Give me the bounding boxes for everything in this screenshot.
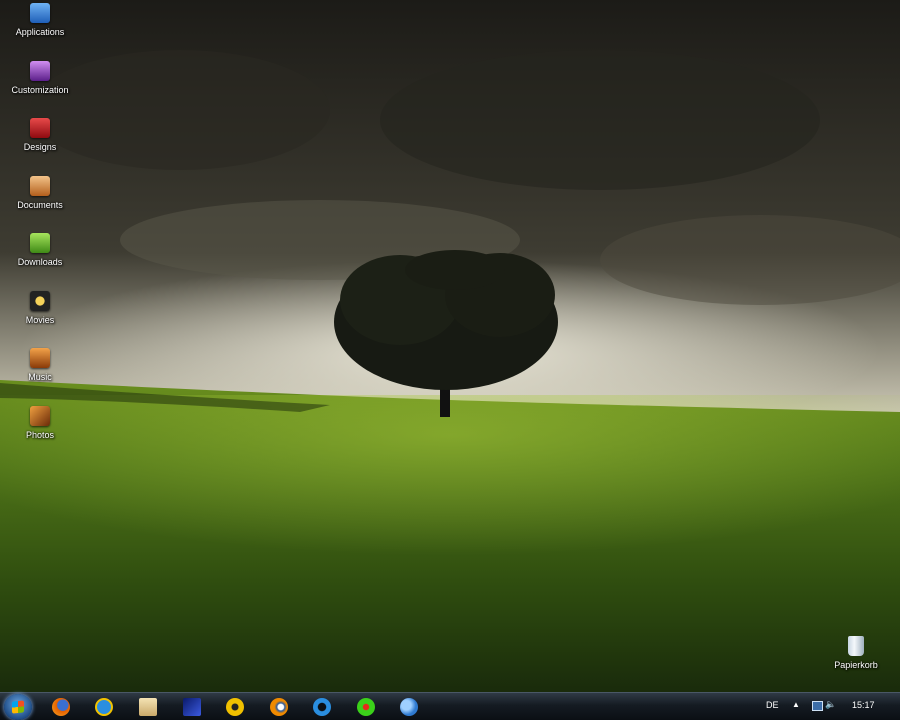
movies-icon bbox=[30, 291, 50, 311]
blue-app-icon bbox=[183, 698, 201, 716]
app-store-icon bbox=[30, 3, 50, 23]
blender-icon bbox=[270, 698, 288, 716]
desktop-icon-label: Music bbox=[28, 372, 52, 382]
desktop-icon-label: Documents bbox=[17, 200, 63, 210]
taskbar-icq-button[interactable] bbox=[353, 695, 379, 719]
desktop-icon-downloads[interactable]: Downloads bbox=[0, 233, 80, 267]
desktop-icon-designs[interactable]: Designs bbox=[0, 118, 80, 152]
desktop-icon-label: Papierkorb bbox=[834, 660, 878, 670]
radiation-app-icon bbox=[226, 698, 244, 716]
windows-start-icon[interactable] bbox=[4, 694, 32, 720]
desktop-icon-customization[interactable]: Customization bbox=[0, 61, 80, 95]
taskbar-firefox-button[interactable] bbox=[48, 695, 74, 719]
network-icon[interactable] bbox=[812, 701, 823, 711]
taskbar-blue-app-button[interactable] bbox=[179, 695, 205, 719]
volume-icon[interactable]: 🔈 bbox=[825, 699, 836, 710]
icq-flower-icon bbox=[357, 698, 375, 716]
desktop-icon-applications[interactable]: Applications bbox=[0, 3, 80, 37]
clock[interactable]: 15:17 bbox=[852, 700, 875, 710]
recycle-bin-icon bbox=[848, 636, 864, 656]
chevron-up-icon[interactable]: ▲ bbox=[792, 700, 800, 709]
downloads-icon bbox=[30, 233, 50, 253]
desktop-icon-label: Designs bbox=[23, 142, 57, 152]
taskbar-radiation-app-button[interactable] bbox=[222, 695, 248, 719]
taskbar-notes-button[interactable] bbox=[135, 695, 161, 719]
internet-explorer-icon bbox=[95, 698, 113, 716]
edge-e-icon bbox=[313, 698, 331, 716]
desktop-icon-label: Customization bbox=[11, 85, 69, 95]
documents-icon bbox=[30, 176, 50, 196]
taskbar: DE ▲ 🔈 15:17 bbox=[0, 692, 900, 720]
taskbar-blender-button[interactable] bbox=[266, 695, 292, 719]
desktop-icon-documents[interactable]: Documents bbox=[0, 176, 80, 210]
messenger-icon bbox=[400, 698, 418, 716]
desktop-icon-recycle-bin[interactable]: Papierkorb bbox=[816, 636, 896, 670]
designs-folder-icon bbox=[30, 118, 50, 138]
notes-icon bbox=[139, 698, 157, 716]
taskbar-messenger-button[interactable] bbox=[396, 695, 422, 719]
desktop-icon-label: Applications bbox=[15, 27, 65, 37]
language-indicator[interactable]: DE bbox=[766, 700, 779, 710]
taskbar-edge-e-button[interactable] bbox=[309, 695, 335, 719]
desktop-icon-label: Photos bbox=[25, 430, 55, 440]
photos-icon bbox=[30, 406, 50, 426]
music-icon bbox=[30, 348, 50, 368]
desktop-icon-music[interactable]: Music bbox=[0, 348, 80, 382]
customization-icon bbox=[30, 61, 50, 81]
desktop-icon-movies[interactable]: Movies bbox=[0, 291, 80, 325]
firefox-icon bbox=[52, 698, 70, 716]
desktop-icon-label: Downloads bbox=[17, 257, 63, 267]
desktop-icon-photos[interactable]: Photos bbox=[0, 406, 80, 440]
taskbar-internet-explorer-button[interactable] bbox=[91, 695, 117, 719]
desktop-wallpaper bbox=[0, 0, 900, 720]
desktop-icon-label: Movies bbox=[25, 315, 55, 325]
